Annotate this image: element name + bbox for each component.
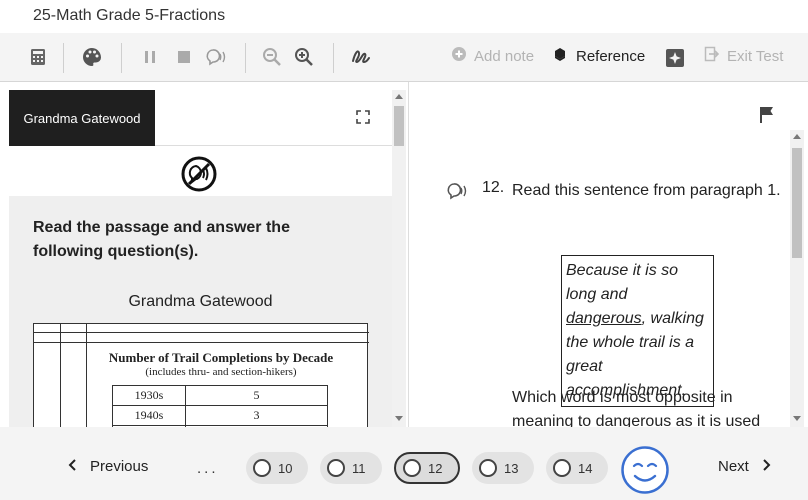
toolbar: Add note Reference Exit Test — [0, 33, 808, 82]
previous-button[interactable]: Previous — [68, 458, 148, 475]
scroll-up-arrow[interactable] — [395, 94, 403, 99]
unanswered-circle-icon — [553, 459, 571, 477]
toolbar-separator — [63, 43, 64, 73]
chevron-left-icon — [68, 458, 76, 475]
zoom-in-icon[interactable] — [292, 45, 316, 69]
calculator-icon[interactable] — [26, 45, 50, 69]
tab-grandma-gatewood[interactable]: Grandma Gatewood — [9, 90, 155, 146]
reference-label: Reference — [576, 47, 646, 65]
exit-icon — [704, 46, 720, 66]
previous-label: Previous — [90, 458, 149, 475]
table-subtitle: (includes thru- and section-hikers) — [145, 366, 297, 378]
passage-instruction: Read the passage and answer the followin… — [33, 219, 290, 260]
quoted-sentence: Because it is so long and dangerous, wal… — [561, 255, 714, 407]
add-note-button[interactable]: Add note — [451, 46, 534, 66]
unanswered-circle-icon — [403, 459, 421, 477]
question-number: 12. — [482, 179, 505, 196]
scroll-down-arrow[interactable] — [395, 416, 403, 421]
more-pages-ellipsis[interactable]: ... — [197, 460, 219, 477]
question-number-label: 10 — [278, 460, 293, 476]
chevron-right-icon — [763, 458, 771, 475]
next-label: Next — [718, 458, 749, 475]
question-10-button[interactable]: 10 — [246, 452, 308, 484]
quote-text: Because it is so long and — [566, 262, 679, 303]
question-11-button[interactable]: 11 — [320, 452, 382, 484]
exit-test-label: Exit Test — [727, 47, 784, 65]
reference-icon — [551, 46, 569, 66]
toolbar-separator — [245, 43, 246, 73]
question-follow-up: Which word is most opposite in meaning t… — [512, 389, 761, 427]
question-number-label: 13 — [504, 460, 519, 476]
table-cell-decade: 1930s — [113, 386, 186, 405]
quote-underlined-word: dangerous — [566, 310, 642, 327]
table-cell-count: 3 — [253, 408, 260, 422]
table-cell-count: 5 — [253, 388, 260, 402]
zoom-out-icon[interactable] — [260, 45, 284, 69]
passage-content: Read the passage and answer the followin… — [9, 196, 392, 427]
question-pane: 12. Read this sentence from paragraph 1.… — [409, 82, 808, 427]
passage-tab-strip: Grandma Gatewood — [9, 90, 392, 146]
toolbar-separator — [121, 43, 122, 73]
palette-icon[interactable] — [80, 45, 104, 69]
smiley-icon[interactable] — [620, 445, 670, 495]
table-rule — [86, 324, 87, 427]
table-row: 1940s 3 — [112, 405, 328, 426]
test-title: 25-Math Grade 5-Fractions — [33, 7, 226, 24]
stop-icon[interactable] — [172, 45, 196, 69]
scroll-thumb[interactable] — [792, 148, 802, 258]
question-13-button[interactable]: 13 — [472, 452, 534, 484]
table-rule — [60, 324, 61, 427]
table-row: 1930s 5 — [112, 385, 328, 406]
sparkle-icon[interactable] — [663, 46, 687, 70]
navigation-bar: Previous ... 10 11 12 13 14 Next — [0, 427, 808, 500]
question-number-label: 14 — [578, 460, 593, 476]
question-speak-icon[interactable] — [445, 182, 469, 202]
add-circle-icon — [451, 46, 467, 66]
scroll-up-arrow[interactable] — [793, 134, 801, 139]
passage-title: Grandma Gatewood — [128, 293, 273, 310]
pause-icon[interactable] — [138, 45, 162, 69]
speak-icon[interactable] — [204, 45, 228, 69]
title-bar: 25-Math Grade 5-Fractions — [0, 0, 808, 33]
toolbar-separator — [333, 43, 334, 73]
unanswered-circle-icon — [253, 459, 271, 477]
scroll-thumb[interactable] — [394, 106, 404, 146]
question-number-label: 11 — [352, 460, 366, 476]
question-14-button[interactable]: 14 — [546, 452, 608, 484]
question-scrollbar[interactable] — [790, 130, 804, 427]
next-button[interactable]: Next — [718, 458, 771, 475]
table-rule — [34, 332, 369, 333]
passage-scrollbar[interactable] — [392, 90, 406, 427]
question-12-button[interactable]: 12 — [394, 452, 460, 484]
table-rule — [34, 342, 369, 343]
add-note-label: Add note — [474, 47, 535, 65]
question-prompt: Read this sentence from paragraph 1. — [512, 182, 781, 199]
scroll-down-arrow[interactable] — [793, 416, 801, 421]
trail-completions-table: Number of Trail Completions by Decade (i… — [33, 323, 369, 427]
table-title: Number of Trail Completions by Decade — [108, 350, 334, 365]
unanswered-circle-icon — [479, 459, 497, 477]
exit-test-button[interactable]: Exit Test — [704, 46, 783, 66]
reference-button[interactable]: Reference — [551, 46, 645, 66]
no-audio-icon — [181, 156, 217, 192]
unanswered-circle-icon — [327, 459, 345, 477]
table-cell-decade: 1940s — [113, 406, 186, 425]
question-number-label: 12 — [428, 460, 443, 476]
passage-pane: Grandma Gatewood Read the passage and an… — [0, 82, 408, 427]
highlighter-icon[interactable] — [349, 45, 373, 69]
flag-icon[interactable] — [759, 106, 775, 124]
expand-icon[interactable] — [356, 110, 370, 124]
